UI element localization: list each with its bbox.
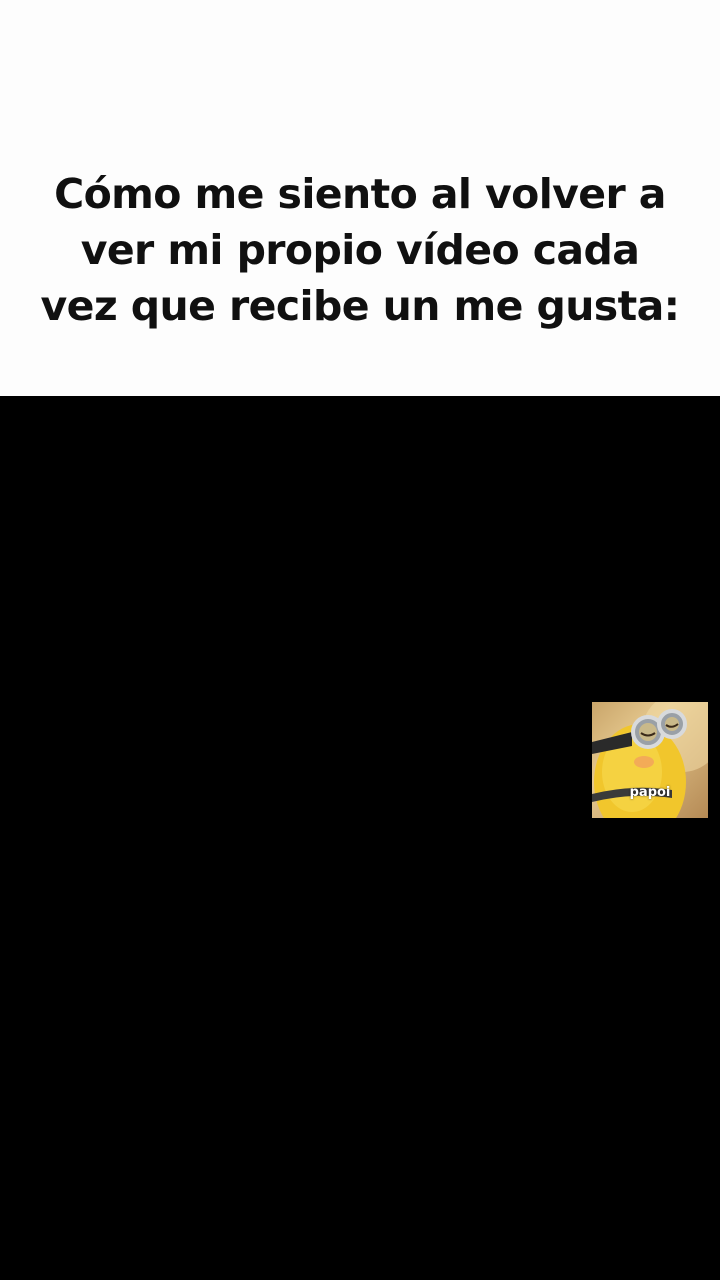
minion-sticker: papoi — [592, 702, 708, 818]
video-area[interactable] — [0, 396, 720, 1280]
minion-icon — [592, 702, 708, 818]
caption-panel: Cómo me siento al volver a ver mi propio… — [0, 0, 720, 396]
sticker-label: papoi — [629, 785, 671, 800]
caption-text: Cómo me siento al volver a ver mi propio… — [40, 170, 681, 330]
video-frame[interactable]: Cómo me siento al volver a ver mi propio… — [0, 0, 720, 1280]
